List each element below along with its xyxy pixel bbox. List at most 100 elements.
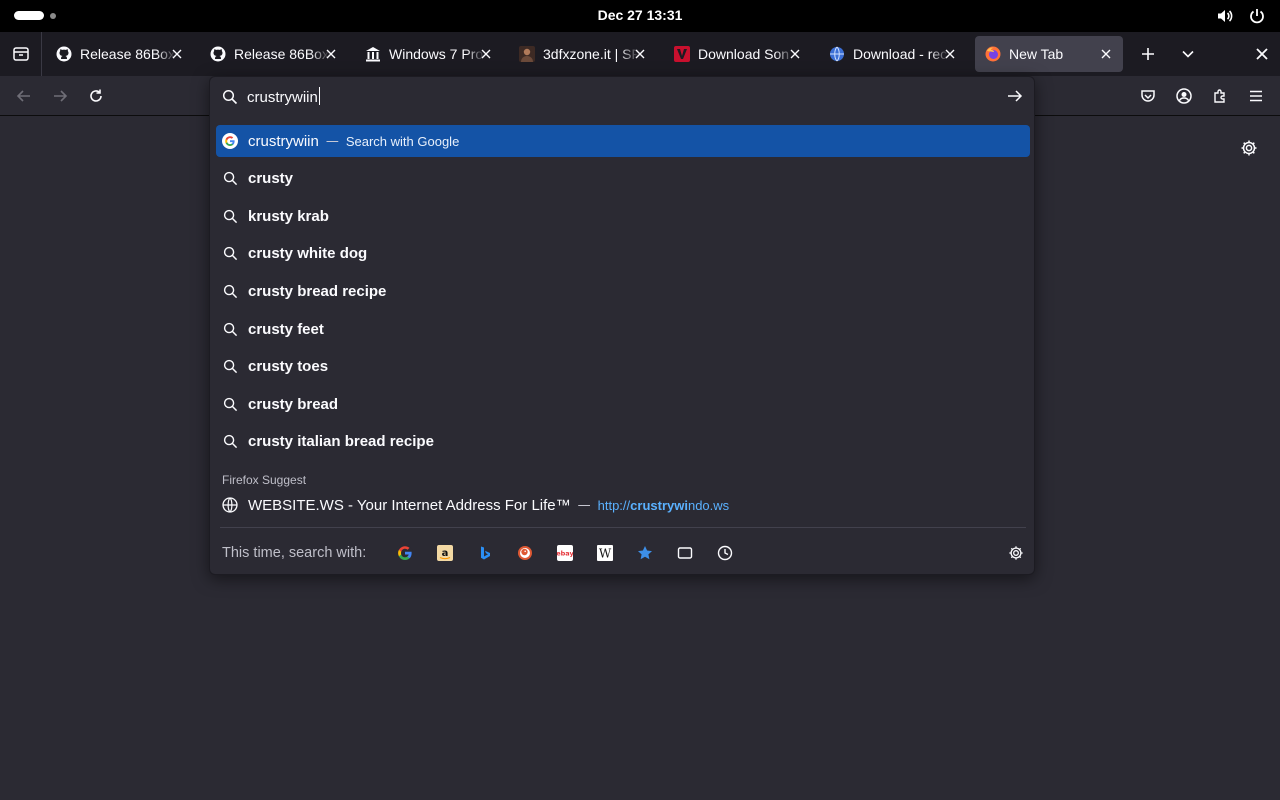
tab-strip: Release 86Box Release 86Box Windows 7 Pr…: [0, 32, 1280, 76]
search-suggestion[interactable]: crusty: [216, 162, 1030, 194]
search-icon: [222, 283, 238, 299]
tabs-icon[interactable]: [675, 543, 695, 563]
search-suggestion[interactable]: crusty white dog: [216, 237, 1030, 269]
go-arrow-icon[interactable]: [1006, 87, 1024, 109]
svg-text:ebay: ebay: [557, 550, 573, 558]
personalize-gear-icon[interactable]: [1240, 139, 1258, 161]
tab[interactable]: Release 86Box: [200, 36, 348, 72]
search-icon: [222, 321, 238, 337]
globe-icon: [222, 497, 238, 513]
tab-close-icon[interactable]: [941, 45, 959, 63]
bookmarks-icon[interactable]: [635, 543, 655, 563]
search-icon: [222, 245, 238, 261]
suggestion-text: crusty bread recipe: [248, 282, 387, 300]
suggestion-text: crusty feet: [248, 320, 324, 338]
account-button[interactable]: [1168, 80, 1200, 112]
system-top-bar: Dec 27 13:31: [0, 0, 1280, 32]
chevron-down-icon: [1182, 50, 1194, 58]
urlbar-input-row: crustrywiin: [210, 77, 1034, 117]
tab-close-icon[interactable]: [477, 45, 495, 63]
tab[interactable]: 3dfxzone.it | SF: [509, 36, 657, 72]
app-menu-button[interactable]: [1240, 80, 1272, 112]
hamburger-menu-icon: [1250, 90, 1262, 102]
search-icon: [222, 358, 238, 374]
suggest-url: http://crustrywindo.ws: [597, 497, 730, 513]
amazon-icon[interactable]: a: [435, 543, 455, 563]
search-icon: [222, 170, 238, 186]
search-icon: [222, 433, 238, 449]
tab-title: Download Son: [698, 46, 790, 62]
search-suggestion[interactable]: crusty feet: [216, 313, 1030, 345]
search-suggestion[interactable]: crusty bread: [216, 388, 1030, 420]
suggestion-text: krusty krab: [248, 207, 329, 225]
puzzle-icon: [1214, 89, 1225, 103]
tab-close-icon[interactable]: [322, 45, 340, 63]
tab-title: 3dfxzone.it | SF: [543, 46, 639, 62]
ebay-icon[interactable]: ebay: [555, 543, 575, 563]
search-suggestion[interactable]: crusty toes: [216, 350, 1030, 382]
back-button[interactable]: [8, 80, 40, 112]
reload-button[interactable]: [80, 80, 112, 112]
volume-icon[interactable]: [1216, 7, 1234, 25]
tab-title: New Tab: [1009, 46, 1064, 62]
tab[interactable]: Release 86Box: [46, 36, 194, 72]
tab-close-icon[interactable]: [168, 45, 186, 63]
search-shortcuts-footer: This time, search with: a ebay W: [210, 535, 1034, 571]
bing-icon[interactable]: [475, 543, 495, 563]
history-icon[interactable]: [715, 543, 735, 563]
search-suggestion[interactable]: crusty italian bread recipe: [216, 425, 1030, 457]
text-caret: [318, 87, 320, 105]
wikipedia-icon[interactable]: W: [595, 543, 615, 563]
power-icon[interactable]: [1248, 7, 1266, 25]
list-all-tabs-button[interactable]: [1168, 32, 1208, 76]
tab-close-icon[interactable]: [1097, 45, 1115, 63]
close-window-button[interactable]: [1242, 32, 1280, 76]
urlbar-results-popup: crustrywiin crustrywiin — Search with Go…: [209, 76, 1035, 575]
search-settings-gear-icon[interactable]: [1008, 545, 1024, 565]
tab[interactable]: Windows 7 Pro: [355, 36, 503, 72]
svg-text:W: W: [599, 547, 612, 561]
suggestion-text: crusty italian bread recipe: [248, 432, 434, 450]
archive-icon: [365, 46, 381, 62]
tab-close-icon[interactable]: [786, 45, 804, 63]
workspace-dot: [50, 12, 56, 19]
google-icon[interactable]: [395, 543, 415, 563]
firefox-suggest-heading: Firefox Suggest: [222, 473, 307, 487]
suggestion-text: crusty white dog: [248, 244, 368, 262]
search-icon: [222, 208, 238, 224]
svg-text:a: a: [442, 548, 449, 559]
firefox-view-button[interactable]: [0, 32, 42, 76]
result-query: crustrywiin: [248, 132, 319, 150]
tab-title: Windows 7 Pro: [389, 46, 484, 62]
github-icon: [210, 46, 226, 62]
forward-button[interactable]: [44, 80, 76, 112]
system-clock[interactable]: Dec 27 13:31: [0, 7, 1280, 23]
pocket-button[interactable]: [1132, 80, 1164, 112]
search-suggestion[interactable]: krusty krab: [216, 200, 1030, 232]
tab-active[interactable]: New Tab: [975, 36, 1123, 72]
suggest-title: WEBSITE.WS - Your Internet Address For L…: [248, 496, 571, 514]
firefox-icon: [985, 46, 1001, 62]
account-icon: [1176, 88, 1192, 104]
activities-indicator[interactable]: [14, 11, 56, 20]
tab[interactable]: Download - rec: [819, 36, 967, 72]
result-action: Search with Google: [345, 133, 460, 149]
tab-title: Download - rec: [853, 46, 948, 62]
search-with-google-result[interactable]: crustrywiin — Search with Google: [216, 125, 1030, 157]
new-tab-button[interactable]: [1128, 32, 1168, 76]
workspace-active-pill: [14, 11, 44, 20]
back-arrow-icon: [16, 90, 30, 102]
globe-blue-icon: [829, 46, 845, 62]
urlbar-input[interactable]: crustrywiin: [247, 87, 320, 106]
suggestion-text: crusty bread: [248, 395, 339, 413]
duckduckgo-icon[interactable]: [515, 543, 535, 563]
search-icon: [222, 396, 238, 412]
extensions-button[interactable]: [1204, 80, 1236, 112]
search-suggestion[interactable]: crusty bread recipe: [216, 275, 1030, 307]
tab-title: Release 86Box: [80, 46, 175, 62]
result-separator: —: [325, 133, 339, 149]
tab[interactable]: Download Son: [664, 36, 812, 72]
tab-close-icon[interactable]: [631, 45, 649, 63]
firefox-view-icon: [12, 47, 29, 61]
firefox-suggest-result[interactable]: WEBSITE.WS - Your Internet Address For L…: [216, 489, 1030, 521]
